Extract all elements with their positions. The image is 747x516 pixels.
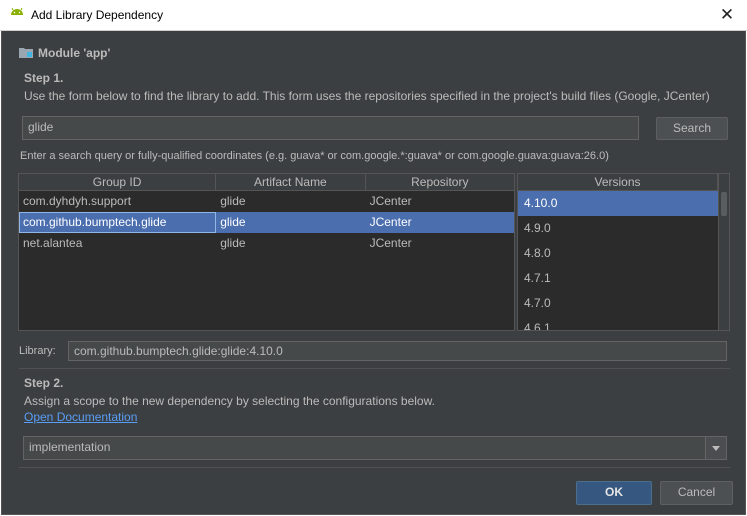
dialog-body: Module 'app' Step 1. Use the form below … [1,31,746,515]
dropdown-arrow-button[interactable] [705,437,726,459]
step1-title: Step 1. [24,71,64,85]
version-item[interactable]: 4.6.1 [518,316,718,330]
module-header: Module 'app' [19,46,110,60]
scope-dropdown[interactable]: implementation [23,436,727,460]
cell-repository: JCenter [369,236,412,250]
cell-group-id: com.github.bumptech.glide [19,212,217,233]
module-label: Module 'app' [38,46,111,60]
cell-artifact: glide [220,236,246,250]
cell-artifact: glide [220,194,246,208]
column-group-id[interactable]: Group ID [19,174,217,190]
step1-description: Use the form below to find the library t… [24,89,710,103]
version-item[interactable]: 4.7.0 [518,291,718,316]
results-table: Group ID Artifact Name Repository com.dy… [18,173,515,331]
ok-button[interactable]: OK [576,481,652,505]
column-repository[interactable]: Repository [366,174,514,190]
library-label: Library: [19,345,56,357]
version-item[interactable]: 4.8.0 [518,241,718,266]
close-icon[interactable]: ✕ [712,3,742,27]
scrollbar-thumb[interactable] [721,192,727,216]
chevron-down-icon [712,446,720,451]
search-input[interactable]: glide [22,116,639,140]
cell-artifact: glide [220,215,246,229]
table-header: Group ID Artifact Name Repository [19,174,514,191]
window-titlebar: Add Library Dependency ✕ [0,0,747,31]
version-item-selected[interactable]: 4.10.0 [518,191,718,216]
open-documentation-link[interactable]: Open Documentation [24,410,137,424]
divider [19,467,730,468]
search-hint: Enter a search query or fully-qualified … [20,150,609,162]
cell-group-id: com.dyhdyh.support [23,194,132,208]
versions-scrollbar[interactable] [718,174,729,330]
search-button[interactable]: Search [656,117,728,140]
android-icon [11,8,23,15]
versions-list: Versions 4.10.0 4.9.0 4.8.0 4.7.1 4.7.0 … [517,173,730,331]
cell-repository: JCenter [369,215,412,229]
table-row-selected[interactable]: com.github.bumptech.glide glide JCenter [19,212,514,233]
module-folder-icon [19,47,33,58]
library-field[interactable]: com.github.bumptech.glide:glide:4.10.0 [68,341,727,361]
window-title: Add Library Dependency [31,8,164,22]
scope-dropdown-value: implementation [29,440,111,454]
column-artifact-name[interactable]: Artifact Name [216,174,366,190]
version-item[interactable]: 4.7.1 [518,266,718,291]
step2-title: Step 2. [24,376,64,390]
versions-header: Versions [518,174,718,191]
cell-repository: JCenter [369,194,412,208]
step2-description: Assign a scope to the new dependency by … [24,394,435,408]
version-item[interactable]: 4.9.0 [518,216,718,241]
cancel-button[interactable]: Cancel [660,481,733,505]
cell-group-id: net.alantea [23,236,83,250]
table-row[interactable]: net.alantea glide JCenter [19,233,514,254]
table-row[interactable]: com.dyhdyh.support glide JCenter [19,191,514,212]
divider [19,368,730,369]
